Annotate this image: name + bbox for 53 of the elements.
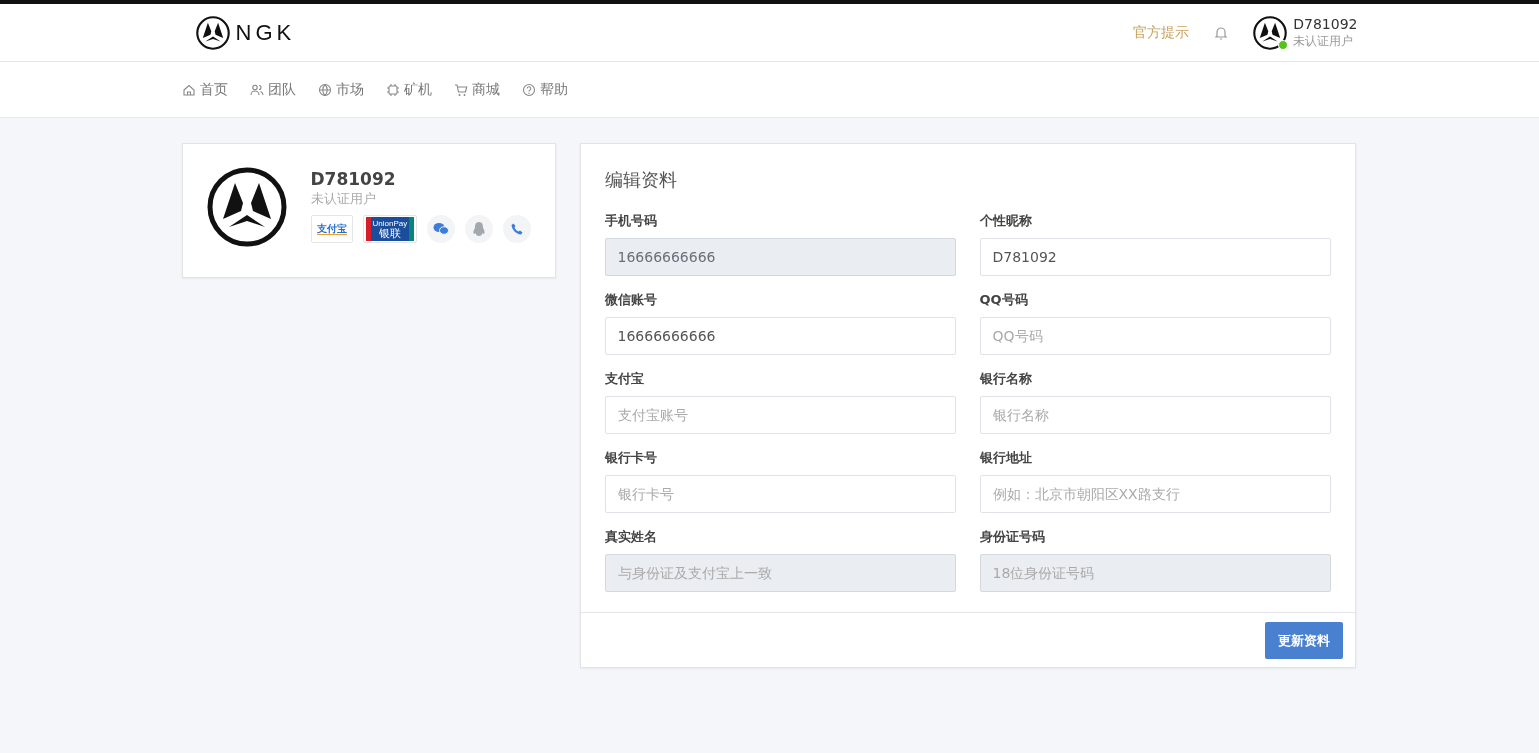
- field-label: 身份证号码: [979, 528, 1046, 546]
- update-button[interactable]: 更新资料: [1264, 622, 1343, 659]
- unionpay-subtext: 银联: [378, 227, 401, 240]
- field-label: 支付宝: [604, 370, 645, 388]
- input-field[interactable]: QQ号码: [979, 317, 1331, 355]
- field-label: 银行卡号: [604, 449, 658, 467]
- nav-item[interactable]: 商城: [453, 80, 500, 99]
- input-field[interactable]: 银行名称: [979, 396, 1331, 434]
- user-status: 未认证用户: [1293, 33, 1355, 49]
- field-label: 银行名称: [979, 370, 1033, 388]
- chip-icon: [385, 82, 400, 97]
- globe-icon: [317, 82, 332, 97]
- home-icon: [181, 82, 196, 97]
- field-label: 手机号码: [604, 212, 658, 230]
- avatar-icon: [1253, 15, 1288, 50]
- bell-icon: [1213, 24, 1230, 41]
- logo[interactable]: NGK: [195, 15, 296, 50]
- alipay-badge[interactable]: 支付宝: [310, 215, 353, 243]
- user-status: 未认证用户: [310, 190, 377, 208]
- field-label: 真实姓名: [604, 528, 658, 546]
- logo-icon: [195, 15, 230, 50]
- user-name[interactable]: D781092: [1293, 16, 1358, 33]
- user-name: D781092: [310, 169, 397, 189]
- input-field[interactable]: 支付宝账号: [604, 396, 956, 434]
- input-field[interactable]: 16666666666: [604, 317, 956, 355]
- qq-button[interactable]: [465, 215, 494, 243]
- online-dot: [1278, 39, 1289, 50]
- notice-link[interactable]: 官方提示: [1133, 23, 1190, 42]
- penguin-icon: [473, 221, 486, 237]
- cart-icon: [453, 82, 468, 97]
- wechat-button[interactable]: [427, 215, 456, 243]
- field-label: 银行地址: [979, 449, 1033, 467]
- help-icon: [521, 82, 536, 97]
- nav-item[interactable]: 团队: [249, 80, 296, 99]
- unionpay-text: UnionPay: [372, 218, 408, 228]
- nav-item[interactable]: 矿机: [385, 80, 432, 99]
- input-field[interactable]: 例如：北京市朝阳区XX路支行: [979, 475, 1331, 513]
- unionpay-badge[interactable]: UnionPay 银联: [362, 215, 418, 243]
- phone-button[interactable]: [503, 215, 532, 243]
- people-icon: [249, 82, 264, 97]
- logo-text: NGK: [235, 19, 296, 46]
- field-label: 个性昵称: [979, 212, 1033, 230]
- nav-item[interactable]: 市场: [317, 80, 364, 99]
- nav-item[interactable]: 帮助: [521, 80, 568, 99]
- input-field[interactable]: D781092: [979, 238, 1331, 276]
- avatar-icon: [206, 167, 287, 247]
- nav-item[interactable]: 首页: [181, 80, 228, 99]
- chat-bubbles-icon: [433, 222, 450, 236]
- input-field[interactable]: 银行卡号: [604, 475, 956, 513]
- field-label: 微信账号: [604, 291, 658, 309]
- phone-icon: [511, 223, 524, 235]
- field-label: QQ号码: [979, 291, 1029, 309]
- form-title: 编辑资料: [604, 168, 678, 192]
